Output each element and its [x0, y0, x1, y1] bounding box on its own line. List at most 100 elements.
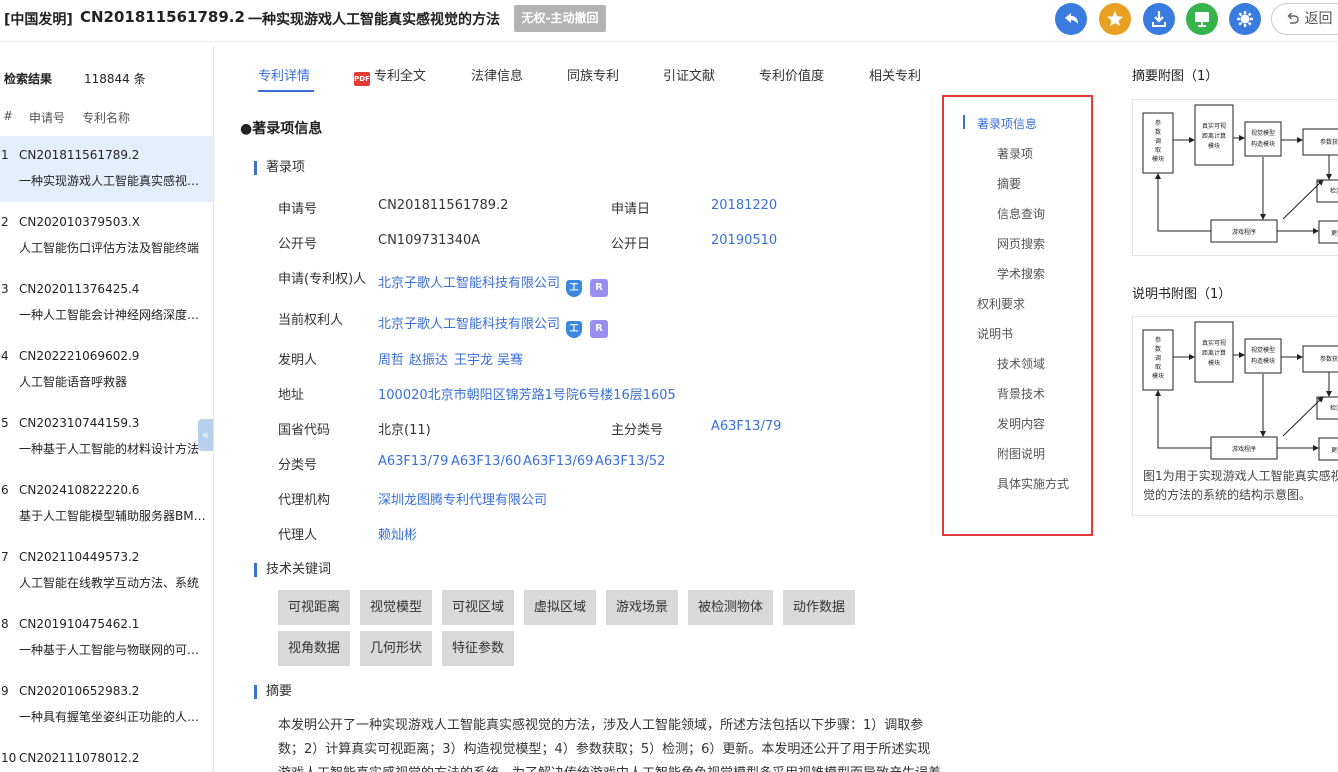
agent-link[interactable]: 赖灿彬 [378, 524, 417, 543]
col-name-header: 专利名称 [82, 109, 130, 126]
address-link[interactable]: 100020北京市朝阳区锦芳路1号院6号楼16层1605 [378, 384, 676, 403]
result-item[interactable]: 9 CN202010652983.2 一种具有握笔坐姿纠正功能的人工智能台灯 [0, 672, 213, 738]
shield-badge-icon[interactable]: 工 [566, 280, 582, 297]
result-item[interactable]: 5 CN202310744159.3 一种基于人工智能的材料设计方法 [0, 404, 213, 470]
return-arrow-icon [1286, 11, 1300, 25]
pub-date-label: 公开日 [611, 233, 650, 252]
toc-item[interactable]: 具体实施方式 [997, 475, 1069, 492]
keyword-tag[interactable]: 视角数据 [278, 631, 350, 666]
abstract-figure[interactable]: 参 数 调 取 模块 真实可视 距离计算 模块 视觉模型 构造模块 参数获 检测… [1132, 99, 1338, 256]
toc-item[interactable]: 信息查询 [997, 205, 1045, 222]
class-link[interactable]: A63F13/52 [595, 454, 665, 469]
toc-item[interactable]: 背景技术 [997, 385, 1045, 402]
diagram-text: 距离计算 [1202, 349, 1226, 357]
favorite-button[interactable] [1099, 3, 1131, 35]
result-item[interactable]: 1 CN201811561789.2 一种实现游戏人工智能真实感视觉的方法 [0, 136, 213, 202]
monitor-icon [1186, 3, 1218, 35]
diagram-text: 参数获 [1320, 138, 1338, 146]
toc-item[interactable]: 技术领域 [997, 355, 1045, 372]
shield-badge-icon[interactable]: 工 [566, 321, 582, 338]
col-index-header: # [3, 109, 13, 123]
owner-link[interactable]: 北京子歌人工智能科技有限公司 [378, 317, 560, 332]
toc-item[interactable]: 著录项 [997, 145, 1033, 162]
download-button[interactable] [1143, 3, 1175, 35]
app-date-link[interactable]: 20181220 [711, 198, 777, 213]
inventor-link[interactable]: 王宇龙 [454, 349, 493, 368]
back-label: 返回 [1304, 11, 1332, 27]
tab-patent-detail[interactable]: 专利详情 [258, 65, 310, 84]
monitor-button[interactable] [1186, 3, 1218, 35]
main-class-label: 主分类号 [611, 419, 663, 438]
main-class-link[interactable]: A63F13/79 [711, 419, 781, 434]
result-name: 一种基于人工智能与物联网的可视化系统 [19, 641, 209, 658]
tab-value[interactable]: 专利价值度 [759, 65, 824, 84]
back-button[interactable]: 返回 [1271, 3, 1338, 35]
keyword-tag[interactable]: 可视区域 [442, 590, 514, 625]
result-item[interactable]: 3 CN202011376425.4 一种人工智能会计神经网络深度学习系统 [0, 270, 213, 336]
inventor-link[interactable]: 赵振达 [409, 349, 448, 368]
tab-citations[interactable]: 引证文献 [663, 65, 715, 84]
toc-item[interactable]: 学术搜索 [997, 265, 1045, 282]
keyword-tag[interactable]: 可视距离 [278, 590, 350, 625]
keyword-tag[interactable]: 虚拟区域 [524, 590, 596, 625]
diagram-text: 真实可视 [1202, 339, 1226, 347]
toc-item[interactable]: 网页搜索 [997, 235, 1045, 252]
diagram-text: 构造模块 [1251, 357, 1275, 365]
toc-item[interactable]: 著录项信息 [977, 115, 1037, 132]
tab-family[interactable]: 同族专利 [567, 65, 619, 84]
result-number: CN202010652983.2 [19, 684, 139, 698]
keyword-tag[interactable]: 游戏场景 [606, 590, 678, 625]
applicant-link[interactable]: 北京子歌人工智能科技有限公司 [378, 276, 560, 291]
gear-icon [1229, 3, 1261, 35]
keyword-tag[interactable]: 动作数据 [783, 590, 855, 625]
diagram-text: 检测 [1330, 187, 1338, 195]
pub-no-value: CN109731340A [378, 233, 480, 248]
result-item[interactable]: 10 CN202111078012.2 [0, 739, 213, 772]
toc-item[interactable]: 摘要 [997, 175, 1021, 192]
tab-full-text[interactable]: PDF专利全文 [354, 65, 426, 86]
pub-no-label: 公开号 [278, 233, 317, 252]
toc-item[interactable]: 附图说明 [997, 445, 1045, 462]
result-name: 基于人工智能模型辅助服务器BMC的方法 [19, 507, 209, 524]
r-badge-icon[interactable]: R [590, 320, 608, 338]
toc-item[interactable]: 说明书 [977, 325, 1013, 342]
tab-related[interactable]: 相关专利 [869, 65, 921, 84]
result-number: CN202221069602.9 [19, 349, 139, 363]
result-count: 118844 条 [84, 70, 146, 87]
agency-link[interactable]: 深圳龙图腾专利代理有限公司 [378, 489, 547, 508]
result-item[interactable]: 7 CN202110449573.2 人工智能在线教学互动方法、系统 [0, 538, 213, 604]
diagram-text: 模块 [1152, 372, 1164, 380]
class-link[interactable]: A63F13/79 [378, 454, 448, 469]
result-item[interactable]: 2 CN202010379503.X 人工智能伤口评估方法及智能终端 [0, 203, 213, 269]
status-badge: 无权-主动撤回 [514, 5, 606, 32]
result-item[interactable]: 4 CN202221069602.9 人工智能语音呼救器 [0, 337, 213, 403]
pub-date-link[interactable]: 20190510 [711, 233, 777, 248]
class-link[interactable]: A63F13/69 [523, 454, 593, 469]
result-item[interactable]: 8 CN201910475462.1 一种基于人工智能与物联网的可视化系统 [0, 605, 213, 671]
keywords-subtitle: 技术关键词 [254, 563, 331, 577]
collapse-sidebar-button[interactable]: « [198, 419, 213, 451]
diagram-text: 构造模块 [1251, 140, 1275, 148]
share-button[interactable] [1055, 3, 1087, 35]
inventor-link[interactable]: 吴骞 [497, 349, 523, 368]
result-index: 3 [1, 282, 9, 296]
result-number: CN201910475462.1 [19, 617, 139, 631]
tab-legal-info[interactable]: 法律信息 [471, 65, 523, 84]
keyword-tag[interactable]: 视觉模型 [360, 590, 432, 625]
figure-caption: 图1为用于实现游戏人工智能真实感视觉的方法的系统的结构示意图。 [1143, 467, 1338, 505]
system-diagram: 参 数 调 取 模块 真实可视 距离计算 模块 视觉模型 构造模块 参数获 检测… [1133, 317, 1338, 472]
results-panel: 检索结果 118844 条 # 申请号 专利名称 1 CN20181156178… [0, 46, 214, 772]
toc-item[interactable]: 发明内容 [997, 415, 1045, 432]
keyword-tag[interactable]: 几何形状 [360, 631, 432, 666]
inventor-link[interactable]: 周哲 [378, 349, 404, 368]
result-item[interactable]: 6 CN202410822220.6 基于人工智能模型辅助服务器BMC的方法 [0, 471, 213, 537]
settings-button[interactable] [1229, 3, 1261, 35]
toc-item[interactable]: 权利要求 [977, 295, 1025, 312]
keyword-tag[interactable]: 被检测物体 [688, 590, 773, 625]
download-icon [1143, 3, 1175, 35]
diagram-box [1245, 122, 1281, 156]
class-link[interactable]: A63F13/60 [451, 454, 521, 469]
app-no-label: 申请号 [278, 198, 317, 217]
keyword-tag[interactable]: 特征参数 [442, 631, 514, 666]
r-badge-icon[interactable]: R [590, 279, 608, 297]
